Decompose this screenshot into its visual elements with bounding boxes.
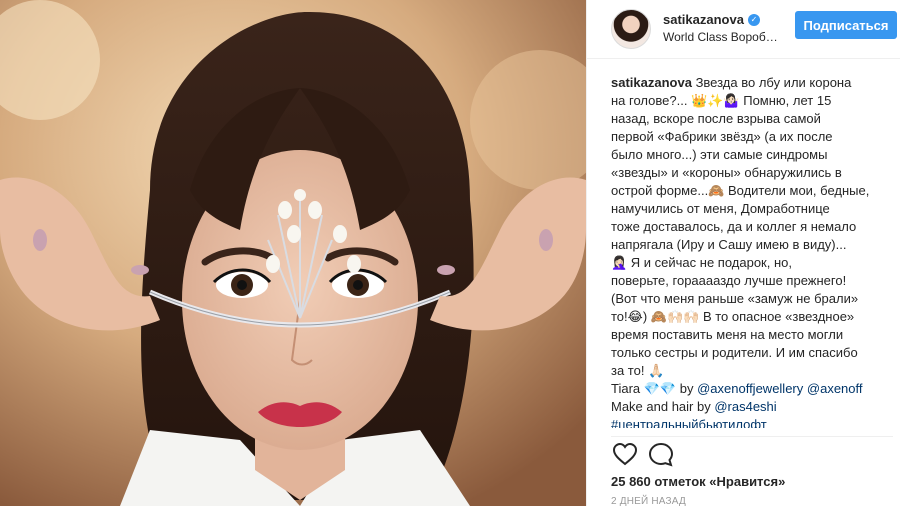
verified-badge-icon: ✓ [747, 13, 760, 26]
caption-makeup-line: Make and hair by @ras4eshi [611, 398, 893, 416]
portrait-image [0, 0, 586, 506]
caption-line: 🤦🏻‍♀️ Я и сейчас не подарок, но, [611, 255, 792, 270]
caption-line: назад, вскоре после взрыва самой [611, 111, 821, 126]
caption-line: поверьте, горааааздо лучше прежнего! [611, 273, 847, 288]
follow-button[interactable]: Подписаться [795, 11, 897, 39]
caption-line: время поставить меня на место могли [611, 327, 844, 342]
header-username-row[interactable]: satikazanova ✓ [663, 12, 760, 27]
caption-tiara-line: Tiara 💎💎 by @axenoffjewellery @axenoff [611, 380, 893, 398]
caption-line: намучились от меня, Домработнице [611, 201, 830, 216]
caption-line: за то! 🙏🏻 [611, 363, 665, 378]
post-timestamp: 2 ДНЕЙ НАЗАД [611, 496, 686, 507]
caption-line: (Вот что меня раньше «замуж не брали» [611, 291, 859, 306]
caption-line: «звезды» и «короны» обнаружились в [611, 165, 842, 180]
caption-line: острой форме...🙈 Водители мои, бедные, [611, 183, 870, 198]
post-header: satikazanova ✓ World Class Вороб… Подпис… [587, 0, 900, 59]
avatar[interactable] [611, 9, 651, 49]
mention-ras4eshi[interactable]: @ras4eshi [714, 399, 776, 414]
header-username[interactable]: satikazanova [663, 12, 744, 27]
caption-line: только сестры и родители. И им спасибо [611, 345, 858, 360]
post-actions [611, 436, 893, 473]
hashtag-link[interactable]: #центральныйбьютилофт [611, 416, 893, 428]
tiara-prefix: Tiara 💎💎 by [611, 381, 698, 396]
post-side-panel: satikazanova ✓ World Class Вороб… Подпис… [586, 0, 900, 507]
caption-line: тоже доставалось, да и коллег я немало [611, 219, 857, 234]
post-photo[interactable] [0, 0, 586, 506]
comment-bubble-icon[interactable] [647, 441, 675, 469]
caption-line: на голове?... 👑✨🤷🏻‍♀️ Помню, лет 15 [611, 93, 832, 108]
post-location[interactable]: World Class Вороб… [663, 30, 778, 44]
caption-line: напрягала (Иру и Сашу имею в виду)... [611, 237, 847, 252]
caption-username[interactable]: satikazanova [611, 75, 692, 90]
caption-line: первой «Фабрики звёзд» (а их после [611, 129, 833, 144]
makeup-prefix: Make and hair by [611, 399, 715, 414]
caption-line: то!😂) 🙈🙌🏻🙌🏻 В то опасное «звездное» [611, 309, 855, 324]
caption-line: было много...) эти самые синдромы [611, 147, 828, 162]
likes-count[interactable]: 25 860 отметок «Нравится» [611, 474, 785, 489]
mention-axenoffjewellery[interactable]: @axenoffjewellery [697, 381, 803, 396]
caption: satikazanova Звезда во лбу или корона на… [611, 74, 893, 428]
caption-line-0: Звезда во лбу или корона [695, 75, 852, 90]
heart-outline-icon[interactable] [611, 441, 639, 469]
mention-axenoff[interactable]: @axenoff [807, 381, 863, 396]
